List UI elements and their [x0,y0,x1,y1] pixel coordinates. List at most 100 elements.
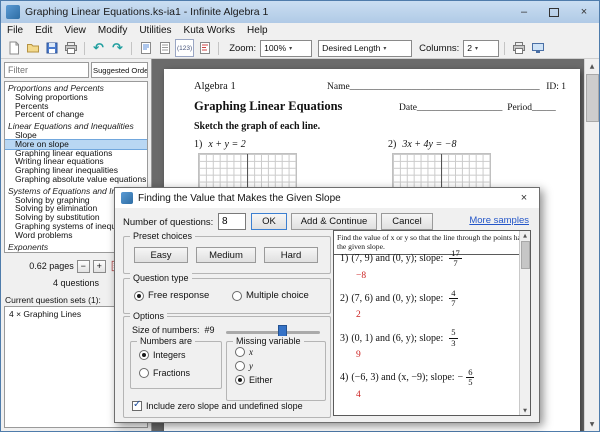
checkbox-icon [132,399,142,411]
size-of-numbers-label: Size of numbers: #9 [132,325,215,335]
scroll-up-icon[interactable] [520,231,530,240]
menu-modify[interactable]: Modify [92,25,133,36]
spacing-value: Desired Length [322,43,381,53]
easy-button[interactable]: Easy [134,247,188,263]
pages-decrease-button[interactable]: − [76,259,90,273]
missing-either-radio[interactable]: Either [235,375,273,385]
print-all-icon[interactable] [510,40,527,56]
question-type-group: Question type Free response Multiple cho… [123,273,331,314]
worksheet-problem-2: 2) 3x + 4y = −8 [388,139,457,150]
undo-icon[interactable] [90,40,107,56]
preview-problem: 2) (7, 6) and (0, y); slope: 4 7 2 [340,287,517,321]
menu-file[interactable]: File [1,25,29,36]
filter-input[interactable] [4,62,89,78]
menu-kuta-works[interactable]: Kuta Works [178,25,242,36]
zoom-value: 100% [264,43,287,53]
directions-icon[interactable] [137,40,154,56]
slope-fraction: 4 7 [449,287,458,309]
numbers-are-group: Numbers are Integers Fractions [130,336,222,389]
hard-button[interactable]: Hard [264,247,318,263]
scrollbar-thumb[interactable] [586,74,599,122]
menu-utilities[interactable]: Utilities [133,25,177,36]
preview-scrollbar[interactable] [519,231,530,415]
medium-button[interactable]: Medium [196,247,256,263]
worksheet-date-line: Date__________________ Period_____ [399,103,556,113]
ok-button[interactable]: OK [251,213,287,230]
open-folder-icon[interactable] [24,40,41,56]
window-title: Graphing Linear Equations.ks-ia1 - Infin… [25,6,269,18]
preset-choices-group: Preset choices Easy Medium Hard [123,231,331,274]
worksheet-title: Graphing Linear Equations [194,99,343,113]
options-group: Options Size of numbers: #9 Numbers are … [123,311,331,418]
radio-icon [134,290,144,301]
minimize-button[interactable]: – [509,1,539,23]
scroll-down-icon[interactable] [585,417,599,431]
save-icon[interactable] [43,40,60,56]
answers-icon[interactable] [196,40,213,56]
scrollbar-thumb[interactable] [521,241,530,269]
columns-label: Columns: [419,42,460,54]
question-set-icon[interactable] [156,40,173,56]
app-icon [6,5,20,19]
preview-problems: 1) (7, 9) and (0, y); slope: 17 7 −8 2) … [340,249,517,415]
topic-item[interactable]: Graphing absolute value equations [5,175,147,184]
dialog-title: Finding the Value that Makes the Given S… [138,192,341,204]
slider-track [226,331,320,334]
app-window: Graphing Linear Equations.ks-ia1 - Infin… [0,0,600,432]
order-value: Suggested Order [93,65,148,75]
worksheet-id: ID: 1 [546,82,566,92]
missing-y-radio[interactable]: y [235,361,253,371]
preview-problem: 4) (−6, 3) and (x, −9); slope: − 6 5 4 [340,367,517,400]
radio-icon [235,361,245,371]
integers-radio[interactable]: Integers [139,350,186,360]
toolbar-separator [131,41,132,55]
question-options-dialog: Finding the Value that Makes the Given S… [114,187,540,423]
numbering-icon[interactable]: (123) [175,39,195,57]
scroll-up-icon[interactable] [585,59,599,73]
more-samples-link[interactable]: More samples [469,215,529,226]
topic-item[interactable]: Percent of change [5,110,147,119]
main-scrollbar[interactable] [584,59,599,431]
dialog-body: Number of questions: OK Add & Continue C… [115,208,539,422]
sample-preview-panel: Find the value of x or y so that the lin… [333,230,531,416]
radio-icon [139,350,149,360]
cancel-button[interactable]: Cancel [381,213,433,230]
radio-icon [232,290,242,301]
dialog-close-button[interactable]: × [509,188,539,208]
answer-value: 4 [356,389,361,400]
scroll-down-icon[interactable] [520,406,530,415]
fractions-radio[interactable]: Fractions [139,368,190,378]
redo-icon[interactable] [109,40,126,56]
zoom-dropdown[interactable]: 100% [260,39,313,57]
order-dropdown[interactable]: Suggested Order [91,62,148,78]
print-icon[interactable] [62,40,79,56]
num-questions-input[interactable] [218,213,246,230]
pages-count: 0.62 pages [29,261,74,271]
zoom-label: Zoom: [229,42,257,54]
slope-fraction: 5 3 [449,327,458,348]
missing-x-radio[interactable]: x [235,347,253,357]
menu-help[interactable]: Help [241,25,274,36]
menubar: File Edit View Modify Utilities Kuta Wor… [1,23,599,38]
options-legend: Options [130,311,168,321]
new-document-icon[interactable] [5,40,22,56]
toolbar: (123) Zoom: 100% Desired Length Columns:… [1,38,599,59]
maximize-button[interactable] [539,1,569,23]
add-continue-button[interactable]: Add & Continue [291,213,377,230]
worksheet-course: Algebra 1 [194,81,236,92]
menu-view[interactable]: View [58,25,92,36]
spacing-dropdown[interactable]: Desired Length [318,39,413,57]
answer-value: −8 [356,270,367,281]
pages-increase-button[interactable]: + [92,259,106,273]
close-button[interactable]: × [569,1,599,23]
menu-edit[interactable]: Edit [29,25,58,36]
missing-variable-legend: Missing variable [233,336,304,346]
question-sets-label: Current question sets (1): [5,295,101,305]
columns-dropdown[interactable]: 2 [463,39,500,57]
include-zero-slope-checkbox[interactable]: Include zero slope and undefined slope [132,399,303,411]
multiple-choice-radio[interactable]: Multiple choice [232,290,309,301]
radio-icon [235,347,245,357]
answer-value: 2 [356,310,361,321]
screen-icon[interactable] [529,40,546,56]
free-response-radio[interactable]: Free response [134,290,209,301]
